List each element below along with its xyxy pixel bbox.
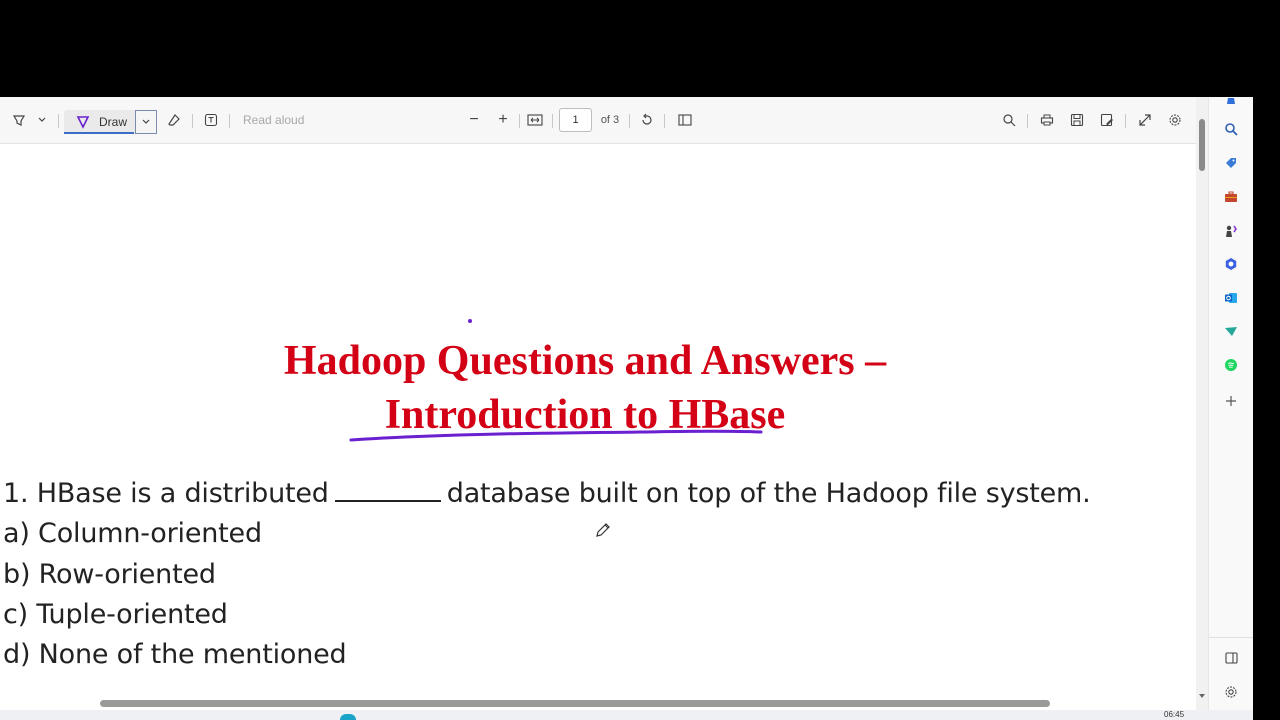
zoom-in-button[interactable]: + <box>494 111 512 129</box>
question-1-text-end: database built on top of the Hadoop file… <box>446 478 1091 509</box>
find-icon[interactable] <box>1000 111 1018 129</box>
highlight-icon[interactable] <box>10 111 28 129</box>
toolbar-divider <box>1125 114 1126 128</box>
taskbar: 06:45 <box>0 710 1253 720</box>
browser-sidebar <box>1208 97 1253 710</box>
fullscreen-icon[interactable] <box>1136 111 1154 129</box>
vertical-scroll-thumb[interactable] <box>1199 119 1205 171</box>
toolbar-divider <box>192 114 193 128</box>
option-a: a) Column-oriented <box>3 518 262 549</box>
ink-dot <box>468 319 472 323</box>
pdf-page: Hadoop Questions and Answers – Introduct… <box>0 144 1196 704</box>
page-number-input[interactable]: 1 <box>559 108 592 132</box>
question-1: 1. HBase is a distributed database built … <box>3 478 1091 509</box>
taskbar-app-icon[interactable] <box>340 714 356 720</box>
eraser-icon[interactable] <box>165 111 183 129</box>
sidebar-divider <box>1209 637 1253 638</box>
settings-icon[interactable] <box>1166 111 1184 129</box>
bell-icon[interactable] <box>1221 97 1241 111</box>
option-c: c) Tuple-oriented <box>3 599 228 630</box>
clock-time: 06:45 <box>1164 710 1185 719</box>
option-b: b) Row-oriented <box>3 559 216 590</box>
draw-active-indicator <box>64 132 134 134</box>
pen-icon <box>76 115 90 129</box>
toolbar-divider <box>229 114 230 128</box>
page-title-line1: Hadoop Questions and Answers – <box>283 338 887 384</box>
send-icon[interactable] <box>1221 321 1241 341</box>
fit-width-icon[interactable] <box>525 111 545 129</box>
answer-blank <box>334 496 441 502</box>
horizontal-scroll-thumb[interactable] <box>100 700 1050 707</box>
draw-button[interactable]: Draw <box>64 110 157 134</box>
page-total-label: of 3 <box>600 114 620 126</box>
copilot-icon[interactable] <box>1221 254 1241 274</box>
print-icon[interactable] <box>1038 111 1056 129</box>
vertical-scrollbar[interactable] <box>1196 97 1208 710</box>
rotate-icon[interactable] <box>638 111 656 129</box>
sidebar-settings-icon[interactable] <box>1221 682 1241 702</box>
option-d: d) None of the mentioned <box>3 639 347 670</box>
toolbar-divider <box>552 114 553 128</box>
draw-button-label: Draw <box>99 115 128 129</box>
toolbar-divider <box>519 114 520 128</box>
ink-underline-annotation <box>349 429 763 442</box>
chevron-down-icon <box>142 119 150 124</box>
question-1-text: 1. HBase is a distributed <box>3 478 329 509</box>
outlook-icon[interactable] <box>1221 288 1241 308</box>
save-as-icon[interactable] <box>1098 111 1116 129</box>
split-view-icon[interactable] <box>1221 648 1241 668</box>
toolbar-divider <box>58 114 59 128</box>
toolbar-divider <box>629 114 630 128</box>
briefcase-icon[interactable] <box>1221 187 1241 207</box>
toolbar-divider <box>1027 114 1028 128</box>
horizontal-scrollbar[interactable] <box>0 695 1196 710</box>
scroll-down-arrow-icon[interactable] <box>1198 686 1206 698</box>
save-icon[interactable] <box>1068 111 1086 129</box>
page-view-icon[interactable] <box>676 111 694 129</box>
text-box-icon[interactable] <box>202 111 220 129</box>
pencil-cursor-icon <box>594 521 612 544</box>
spotify-icon[interactable] <box>1221 355 1241 375</box>
draw-options-button[interactable] <box>135 110 157 134</box>
tag-icon[interactable] <box>1221 153 1241 173</box>
read-aloud-button[interactable]: Read aloud <box>243 111 313 129</box>
toolbar-divider <box>664 114 665 128</box>
search-icon[interactable] <box>1221 119 1241 139</box>
chess-icon[interactable] <box>1221 221 1241 241</box>
pdf-toolbar: Draw Read aloud − + 1 of 3 <box>0 97 1196 144</box>
add-icon[interactable] <box>1221 391 1241 411</box>
zoom-out-button[interactable]: − <box>465 111 483 129</box>
highlight-dropdown-chevron-icon[interactable] <box>34 111 50 129</box>
pdf-viewer-window: Draw Read aloud − + 1 of 3 Hadoop Questi… <box>0 97 1253 710</box>
